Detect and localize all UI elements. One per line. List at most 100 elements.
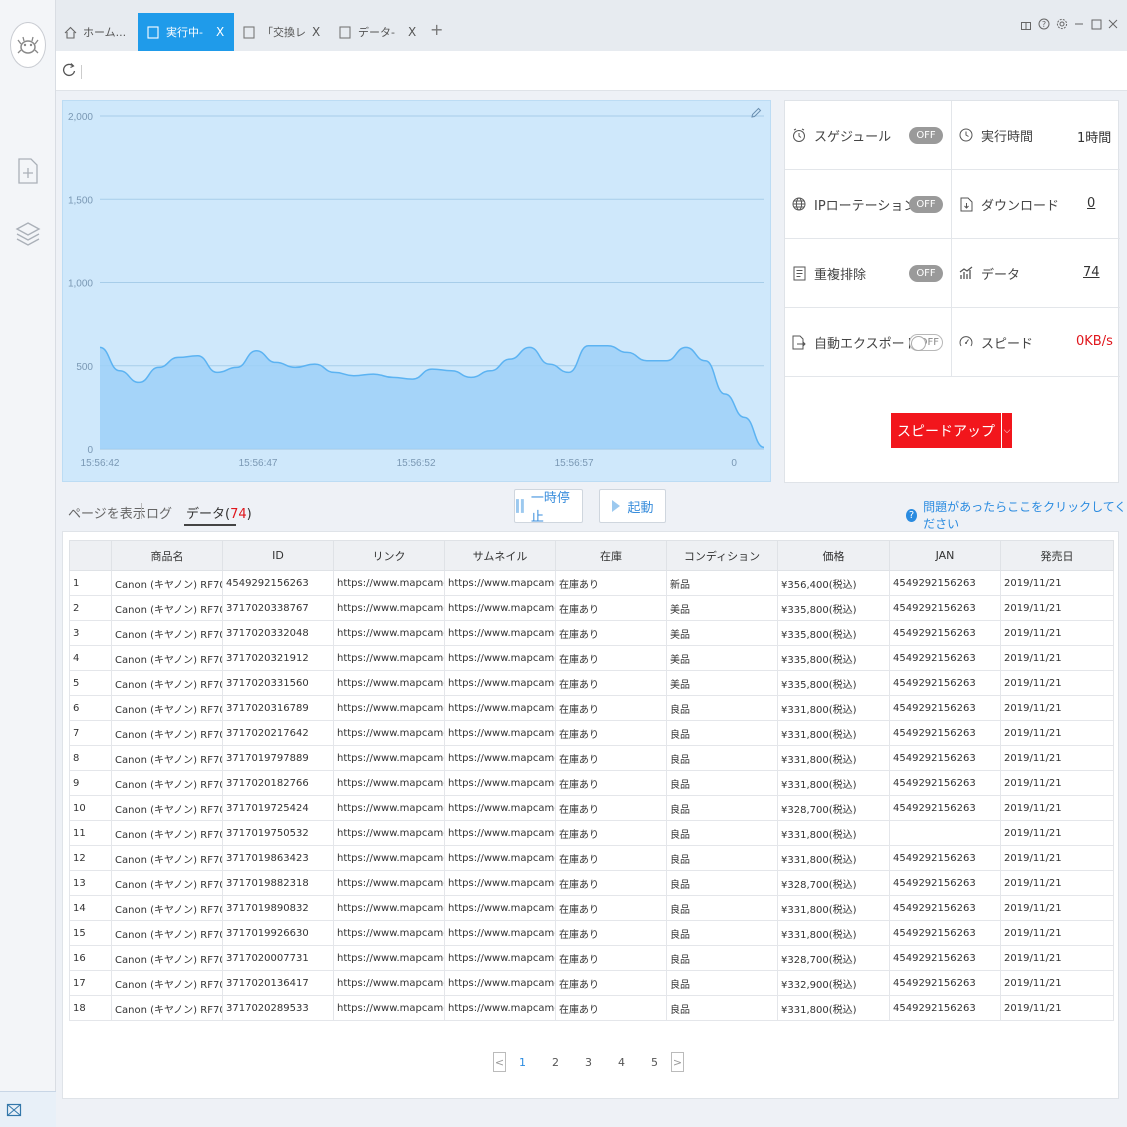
table-cell: https://www.mapcamera.co... [444, 595, 556, 621]
page-2-link[interactable]: 2 [539, 1056, 572, 1069]
pause-button[interactable]: 一時停止 [514, 489, 583, 525]
help-link[interactable]: ? 問題があったらここをクリックしてください [906, 498, 1127, 532]
tab-data[interactable]: データ-「... X [330, 13, 426, 51]
column-header[interactable]: 商品名 [111, 540, 223, 571]
tab-data-results[interactable]: データ(74) [186, 503, 252, 522]
settings-gear-icon[interactable] [1055, 16, 1069, 32]
next-page-button[interactable]: > [671, 1052, 684, 1072]
page-4-link[interactable]: 4 [605, 1056, 638, 1069]
tab-home[interactable]: ホーム... [56, 13, 138, 51]
table-cell: ¥328,700(税込) [777, 945, 890, 971]
table-cell: 4549292156263 [889, 995, 1001, 1021]
tasks-layers-button[interactable] [14, 220, 42, 250]
table-row[interactable]: 2Canon (キヤノン) RF70-2...3717020338767http… [69, 595, 1114, 621]
table-cell: https://www.mapcamera.co... [333, 970, 445, 996]
tab-label: 実行中-「... [166, 26, 210, 39]
table-cell: 2019/11/21 [1000, 795, 1114, 821]
new-tab-button[interactable]: + [430, 20, 443, 39]
help-circle-icon[interactable]: ? [1037, 16, 1051, 32]
page-icon [242, 25, 256, 39]
tab-bar: ホーム... 実行中-「... X 「交換レ... X データ-「... X +… [56, 0, 1127, 51]
table-cell: Canon (キヤノン) RF70-2... [111, 945, 223, 971]
table-row[interactable]: 1Canon (キヤノン) RF70-2...4549292156263http… [69, 570, 1114, 596]
table-row[interactable]: 15Canon (キヤノン) RF70-2...3717019926630htt… [69, 920, 1114, 946]
table-row[interactable]: 8Canon (キヤノン) RF70-2...3717019797889http… [69, 745, 1114, 771]
schedule-toggle[interactable]: OFF [909, 127, 943, 144]
table-cell: https://www.mapcamera.co... [444, 970, 556, 996]
table-cell: 10 [69, 795, 112, 821]
layers-icon [15, 222, 41, 246]
new-task-button[interactable] [14, 156, 42, 186]
table-cell: 3717020321912 [222, 645, 334, 671]
close-icon[interactable]: X [312, 25, 320, 39]
table-cell: https://www.mapcamera.co... [333, 995, 445, 1021]
download-count-link[interactable]: 0 [1087, 196, 1095, 211]
tab-show-pages[interactable]: ページを表示 [68, 503, 146, 522]
table-cell: 在庫あり [555, 920, 667, 946]
page-1-link[interactable]: 1 [506, 1056, 539, 1069]
table-row[interactable]: 11Canon (キヤノン) RF70-2...3717019750532htt… [69, 820, 1114, 846]
table-cell: 4549292156263 [889, 920, 1001, 946]
table-row[interactable]: 9Canon (キヤノン) RF70-2...3717020182766http… [69, 770, 1114, 796]
tab-exchange[interactable]: 「交換レ... X [234, 13, 330, 51]
ip-rotation-toggle[interactable]: OFF [909, 196, 943, 213]
minimize-icon[interactable] [1072, 16, 1086, 32]
data-count-link[interactable]: 74 [1083, 265, 1100, 280]
pause-icon [515, 499, 524, 513]
table-row[interactable]: 4Canon (キヤノン) RF70-2...3717020321912http… [69, 645, 1114, 671]
column-header[interactable]: リンク [333, 540, 445, 571]
table-row[interactable]: 6Canon (キヤノン) RF70-2...3717020316789http… [69, 695, 1114, 721]
table-cell: 在庫あり [555, 595, 667, 621]
table-cell: https://www.mapcamera.co... [333, 745, 445, 771]
table-row[interactable]: 10Canon (キヤノン) RF70-2...3717019725424htt… [69, 795, 1114, 821]
close-icon[interactable]: X [408, 25, 416, 39]
table-cell: https://www.mapcamera.co... [333, 670, 445, 696]
table-cell: 良品 [666, 745, 778, 771]
mail-icon[interactable] [6, 1102, 22, 1118]
table-row[interactable]: 18Canon (キヤノン) RF70-2...3717020289533htt… [69, 995, 1114, 1021]
table-cell: 4549292156263 [889, 745, 1001, 771]
page-5-link[interactable]: 5 [638, 1056, 671, 1069]
table-cell: 2019/11/21 [1000, 745, 1114, 771]
tab-running[interactable]: 実行中-「... X [138, 13, 234, 51]
table-row[interactable]: 17Canon (キヤノン) RF70-2...3717020136417htt… [69, 970, 1114, 996]
dedupe-toggle[interactable]: OFF [909, 265, 943, 282]
speed-up-button[interactable]: スピードアップ [891, 413, 1001, 448]
table-row[interactable]: 14Canon (キヤノン) RF70-2...3717019890832htt… [69, 895, 1114, 921]
table-cell: https://www.mapcamera.co... [333, 820, 445, 846]
table-cell: Canon (キヤノン) RF70-2... [111, 595, 223, 621]
reload-icon[interactable] [62, 62, 78, 80]
column-header[interactable]: 在庫 [555, 540, 667, 571]
y-tick-label: 1,000 [68, 279, 93, 290]
column-header[interactable]: JAN [889, 540, 1001, 571]
tab-log[interactable]: ログ [146, 503, 172, 522]
gift-icon[interactable] [1019, 16, 1033, 32]
table-row[interactable]: 16Canon (キヤノン) RF70-2...3717020007731htt… [69, 945, 1114, 971]
table-cell: 在庫あり [555, 945, 667, 971]
column-header[interactable]: 価格 [777, 540, 890, 571]
table-row[interactable]: 7Canon (キヤノン) RF70-2...3717020217642http… [69, 720, 1114, 746]
column-header[interactable] [69, 540, 112, 571]
auto-export-toggle[interactable]: OFF [909, 334, 943, 351]
maximize-icon[interactable] [1089, 16, 1103, 32]
page-3-link[interactable]: 3 [572, 1056, 605, 1069]
table-row[interactable]: 5Canon (キヤノン) RF70-2...3717020331560http… [69, 670, 1114, 696]
pencil-edit-icon[interactable] [750, 107, 764, 121]
close-window-icon[interactable] [1106, 16, 1120, 32]
start-button[interactable]: 起動 [599, 489, 666, 523]
close-icon[interactable]: X [216, 25, 224, 39]
column-header[interactable]: サムネイル [444, 540, 556, 571]
column-header[interactable]: コンディション [666, 540, 778, 571]
table-row[interactable]: 3Canon (キヤノン) RF70-2...3717020332048http… [69, 620, 1114, 646]
column-header[interactable]: ID [222, 540, 334, 571]
prev-page-button[interactable]: < [493, 1052, 506, 1072]
table-cell: 3717020338767 [222, 595, 334, 621]
column-header[interactable]: 発売日 [1000, 540, 1114, 571]
chevron-down-icon[interactable]: ⌵ [1001, 413, 1012, 448]
table-cell: 在庫あり [555, 795, 667, 821]
table-cell: 3717019882318 [222, 870, 334, 896]
document-list-icon [791, 265, 807, 281]
table-row[interactable]: 13Canon (キヤノン) RF70-2...3717019882318htt… [69, 870, 1114, 896]
table-cell: 3717019725424 [222, 795, 334, 821]
table-row[interactable]: 12Canon (キヤノン) RF70-2...3717019863423htt… [69, 845, 1114, 871]
